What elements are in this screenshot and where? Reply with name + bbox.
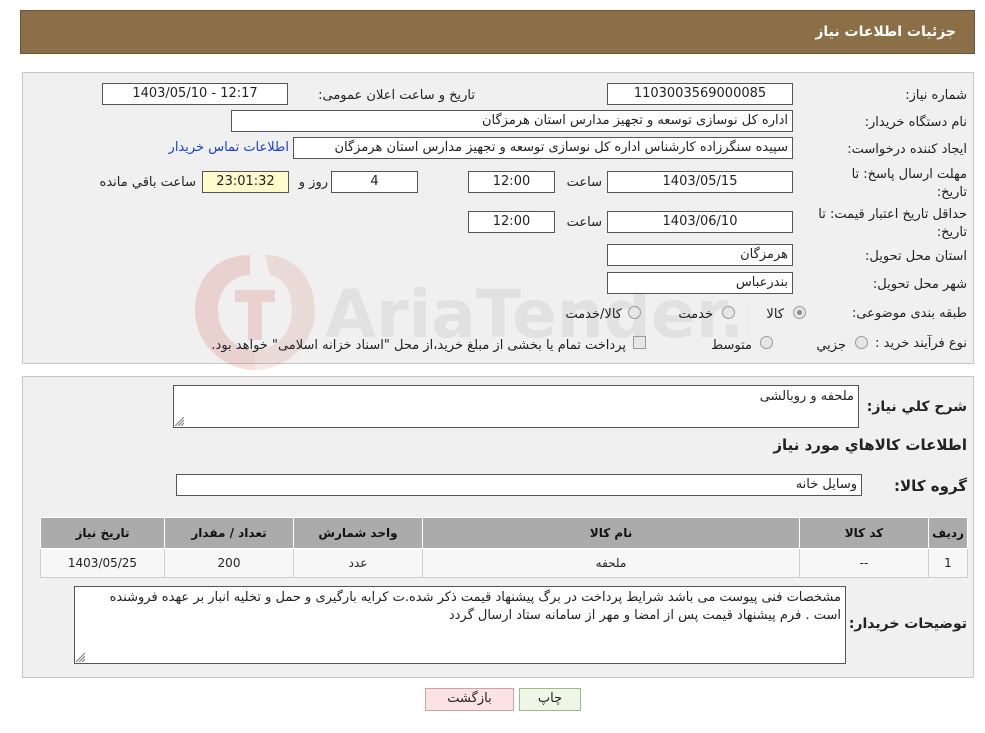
table-row: 1 -- ملحفه عدد 200 1403/05/25 [40, 548, 968, 578]
process-radio-small[interactable] [855, 336, 868, 349]
buyer-org-label: نام دستگاه خریدار: [864, 115, 967, 130]
buyer-notes-label: توضيحات خريدار: [848, 616, 967, 632]
buyer-notes-field: مشخصات فنی پیوست می باشد شرایط پرداخت در… [74, 586, 846, 664]
category-option-service: خدمت [678, 307, 713, 322]
deadline-time-label: ساعت [566, 175, 602, 190]
process-option-medium: متوسط [711, 338, 752, 353]
treasury-payment-checkbox[interactable] [633, 336, 646, 349]
category-label: طبقه بندی موضوعی: [851, 306, 967, 321]
goods-group-field: وسایل خانه [176, 474, 862, 496]
description-field: ملحفه و روبالشی [173, 385, 859, 428]
resize-grip-icon[interactable] [175, 417, 184, 426]
announce-label: تاریخ و ساعت اعلان عمومی: [318, 88, 475, 103]
process-radio-medium[interactable] [760, 336, 773, 349]
remaining-time-field: 23:01:32 [202, 171, 289, 193]
need-number-field: 1103003569000085 [607, 83, 793, 105]
days-field: 4 [331, 171, 418, 193]
creator-label: ایجاد کننده درخواست: [847, 142, 967, 157]
validity-time-label: ساعت [566, 215, 602, 230]
print-button[interactable]: چاپ [519, 688, 581, 711]
buyer-org-field: اداره کل نوسازی توسعه و تجهیز مدارس استا… [231, 110, 793, 132]
process-option-small: جزيي [816, 338, 846, 353]
remaining-label: ساعت باقي مانده [99, 175, 196, 190]
process-note: پرداخت تمام یا بخشی از مبلغ خرید،از محل … [211, 338, 626, 353]
col-row-number: رديف [928, 517, 968, 549]
resize-grip-icon[interactable] [76, 653, 85, 662]
category-option-goods-service: کالا/خدمت [565, 307, 622, 322]
province-label: استان محل تحویل: [865, 249, 967, 264]
back-button[interactable]: بازگشت [425, 688, 514, 711]
description-label: شرح کلي نياز: [866, 399, 967, 415]
page-header: جزئیات اطلاعات نیاز [20, 10, 975, 54]
creator-field: سپیده سنگرزاده کارشناس اداره کل نوسازی ت… [293, 137, 793, 159]
col-goods-code: کد کالا [799, 517, 929, 549]
col-unit: واحد شمارش [293, 517, 423, 549]
cell-unit: عدد [293, 548, 423, 578]
cell-need-date: 1403/05/25 [40, 548, 165, 578]
table-header-row: رديف کد کالا نام کالا واحد شمارش تعداد /… [40, 517, 968, 549]
city-field: بندرعباس [607, 272, 793, 294]
category-radio-service[interactable] [722, 306, 735, 319]
category-radio-goods[interactable] [793, 306, 806, 319]
validity-label: حداقل تاریخ اعتبار قیمت: تا تاریخ: [818, 207, 967, 240]
category-option-goods: کالا [766, 307, 784, 322]
cell-quantity: 200 [164, 548, 294, 578]
col-quantity: تعداد / مقدار [164, 517, 294, 549]
cell-goods-code: -- [799, 548, 929, 578]
days-label: روز و [298, 175, 328, 190]
col-need-date: تاريخ نياز [40, 517, 165, 549]
cell-goods-name: ملحفه [422, 548, 800, 578]
process-label: نوع فرآیند خرید : [875, 336, 967, 351]
col-goods-name: نام کالا [422, 517, 800, 549]
city-label: شهر محل تحویل: [872, 277, 967, 292]
deadline-date-field: 1403/05/15 [607, 171, 793, 193]
need-number-label: شماره نیاز: [905, 88, 967, 103]
announce-field: 1403/05/10 - 12:17 [102, 83, 288, 105]
page-title: جزئیات اطلاعات نیاز [815, 24, 956, 40]
goods-info-title: اطلاعات کالاهاي مورد نياز [773, 436, 967, 454]
validity-date-field: 1403/06/10 [607, 211, 793, 233]
cell-row-number: 1 [928, 548, 968, 578]
province-field: هرمزگان [607, 244, 793, 266]
deadline-time-field: 12:00 [468, 171, 555, 193]
deadline-label: مهلت ارسال پاسخ: تا تاریخ: [851, 167, 967, 200]
goods-group-label: گروه کالا: [894, 477, 967, 495]
category-radio-goods-service[interactable] [628, 306, 641, 319]
goods-table: رديف کد کالا نام کالا واحد شمارش تعداد /… [40, 517, 968, 578]
validity-time-field: 12:00 [468, 211, 555, 233]
buyer-contact-link[interactable]: اطلاعات تماس خریدار [155, 140, 289, 155]
